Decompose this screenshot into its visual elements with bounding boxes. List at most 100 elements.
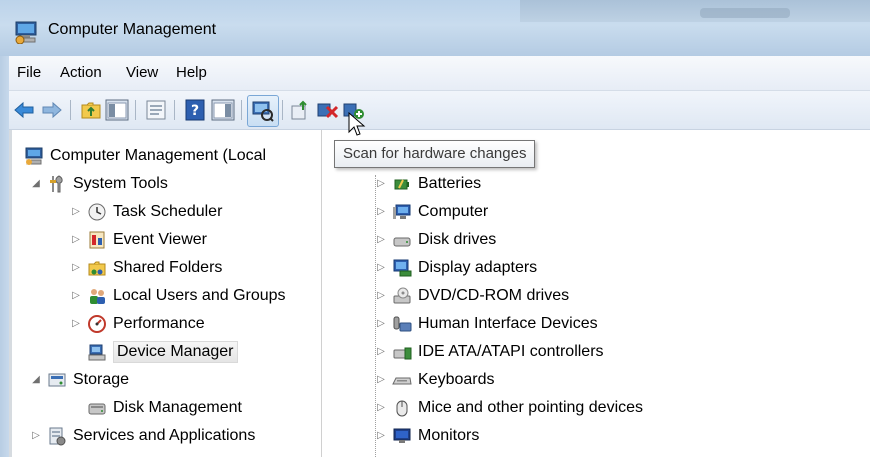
tree-node-label: Performance [113, 314, 205, 332]
storage-icon [48, 373, 66, 386]
services-icon [49, 427, 66, 445]
tree-node-local-users[interactable]: ▷ Local Users and Groups [69, 282, 286, 309]
tree-node-label: Task Scheduler [113, 202, 223, 220]
device-category-label: IDE ATA/ATAPI controllers [418, 342, 604, 360]
toolbar-separator [241, 100, 242, 120]
update-driver-icon[interactable] [289, 98, 313, 122]
tree-node-label: Local Users and Groups [113, 286, 286, 304]
mouse-icon [396, 400, 408, 416]
monitor-icon [393, 428, 411, 443]
event-viewer-icon [89, 231, 105, 248]
show-hide-tree-icon[interactable] [105, 98, 129, 122]
uninstall-icon[interactable] [316, 98, 340, 122]
scan-hardware-icon[interactable] [250, 98, 274, 122]
tree-node-services[interactable]: ▷ Services and Applications [29, 422, 255, 449]
tree-node-shared-folders[interactable]: ▷ Shared Folders [69, 254, 222, 281]
tree-node-system-tools[interactable]: ◢ System Tools [29, 170, 168, 197]
tree-node-task-scheduler[interactable]: ▷ Task Scheduler [69, 198, 222, 225]
device-category-monitors[interactable]: ▷ Monitors [374, 422, 479, 449]
tree-node-label: Shared Folders [113, 258, 223, 276]
tools-icon [50, 174, 63, 192]
device-manager-icon [88, 344, 106, 360]
device-category-batteries[interactable]: ▷ Batteries [374, 170, 481, 197]
tree-node-disk-management[interactable]: Disk Management [87, 394, 242, 421]
collapsed-triangle-icon[interactable]: ▷ [69, 317, 83, 331]
properties-icon[interactable] [144, 98, 168, 122]
tree-node-root[interactable]: Computer Management (Local [24, 142, 266, 169]
title-bar-background [520, 0, 870, 22]
device-category-label: Monitors [418, 426, 480, 444]
collapsed-triangle-icon[interactable]: ▷ [69, 289, 83, 303]
tree-node-label: Services and Applications [73, 426, 256, 444]
expanded-triangle-icon[interactable]: ◢ [29, 373, 43, 387]
device-category-label: Display adapters [418, 258, 538, 276]
menu-view[interactable]: View [126, 64, 158, 81]
collapsed-triangle-icon[interactable]: ▷ [29, 429, 43, 443]
device-category-mice[interactable]: ▷ Mice and other pointing devices [374, 394, 643, 421]
device-category-label: DVD/CD-ROM drives [418, 286, 570, 304]
performance-icon [88, 314, 106, 333]
title-bar-background-detail [700, 8, 790, 18]
collapsed-triangle-icon[interactable]: ▷ [69, 261, 83, 275]
window-frame [0, 56, 9, 457]
tree-node-device-manager[interactable]: Device Manager [87, 338, 238, 365]
device-category-label: Disk drives [418, 230, 497, 248]
window-title: Computer Management [48, 21, 217, 38]
tooltip: Scan for hardware changes [334, 140, 536, 168]
clock-icon [88, 203, 106, 220]
tree-node-label-selected: Device Manager [113, 340, 238, 363]
device-category-label: Mice and other pointing devices [418, 398, 644, 416]
device-category-disk-drives[interactable]: ▷ Disk drives [374, 226, 496, 253]
device-category-display-adapters[interactable]: ▷ Display adapters [374, 254, 537, 281]
device-category-ide-controllers[interactable]: ▷ IDE ATA/ATAPI controllers [374, 338, 604, 365]
device-category-keyboards[interactable]: ▷ Keyboards [374, 366, 495, 393]
shared-folder-icon [88, 261, 106, 275]
menu-file[interactable]: File [17, 64, 41, 81]
menu-help[interactable]: Help [176, 64, 207, 81]
display-adapter-icon [393, 259, 412, 276]
disk-drive-icon [393, 237, 411, 246]
tree-node-performance[interactable]: ▷ Performance [69, 310, 205, 337]
toolbar-separator [282, 100, 283, 120]
tree-node-event-viewer[interactable]: ▷ Event Viewer [69, 226, 207, 253]
device-category-label: Batteries [418, 174, 482, 192]
vertical-scrollbar[interactable] [9, 130, 12, 457]
collapsed-triangle-icon[interactable]: ▷ [69, 233, 83, 247]
device-list: ▷ Batteries ▷ Computer ▷ Disk drives ▷ D… [329, 130, 870, 457]
show-hide-action-pane-icon[interactable] [211, 98, 235, 122]
title-bar[interactable]: Computer Management [0, 0, 870, 56]
tree-node-label: Storage [73, 370, 130, 388]
computer-icon [393, 204, 411, 219]
device-category-hid[interactable]: ▷ Human Interface Devices [374, 310, 598, 337]
battery-icon [394, 179, 409, 189]
menu-bar: File Action View Help [9, 56, 870, 91]
ide-controller-icon [393, 347, 412, 359]
tree-node-storage[interactable]: ◢ Storage [29, 366, 129, 393]
client-area: File Action View Help ? Computer Managem… [9, 56, 870, 457]
computer-management-window: Computer Management File Action View Hel… [0, 0, 870, 457]
back-arrow-icon[interactable] [12, 98, 36, 122]
console-tree: Computer Management (Local ◢ System Tool… [9, 130, 322, 457]
users-icon [90, 288, 105, 304]
forward-arrow-icon[interactable] [40, 98, 64, 122]
mouse-cursor-icon [348, 112, 366, 136]
device-category-label: Keyboards [418, 370, 495, 388]
human-interface-device-icon [393, 316, 412, 331]
device-category-dvd-drives[interactable]: ▷ DVD/CD-ROM drives [374, 282, 569, 309]
keyboard-icon [392, 377, 412, 384]
computer-management-icon [25, 147, 43, 165]
device-category-computer[interactable]: ▷ Computer [374, 198, 488, 225]
up-folder-icon[interactable] [79, 98, 103, 122]
tree-node-label: System Tools [73, 174, 168, 192]
tree-node-label: Computer Management (Local [50, 146, 267, 164]
device-category-label: Human Interface Devices [418, 314, 598, 332]
menu-action[interactable]: Action [60, 64, 102, 81]
computer-management-icon [15, 21, 37, 44]
tree-node-label: Event Viewer [113, 230, 207, 248]
expanded-triangle-icon[interactable]: ◢ [29, 177, 43, 191]
device-category-label: Computer [418, 202, 489, 220]
help-icon[interactable]: ? [183, 98, 207, 122]
toolbar: ? [9, 91, 870, 130]
dvd-drive-icon [393, 287, 411, 303]
collapsed-triangle-icon[interactable]: ▷ [69, 205, 83, 219]
